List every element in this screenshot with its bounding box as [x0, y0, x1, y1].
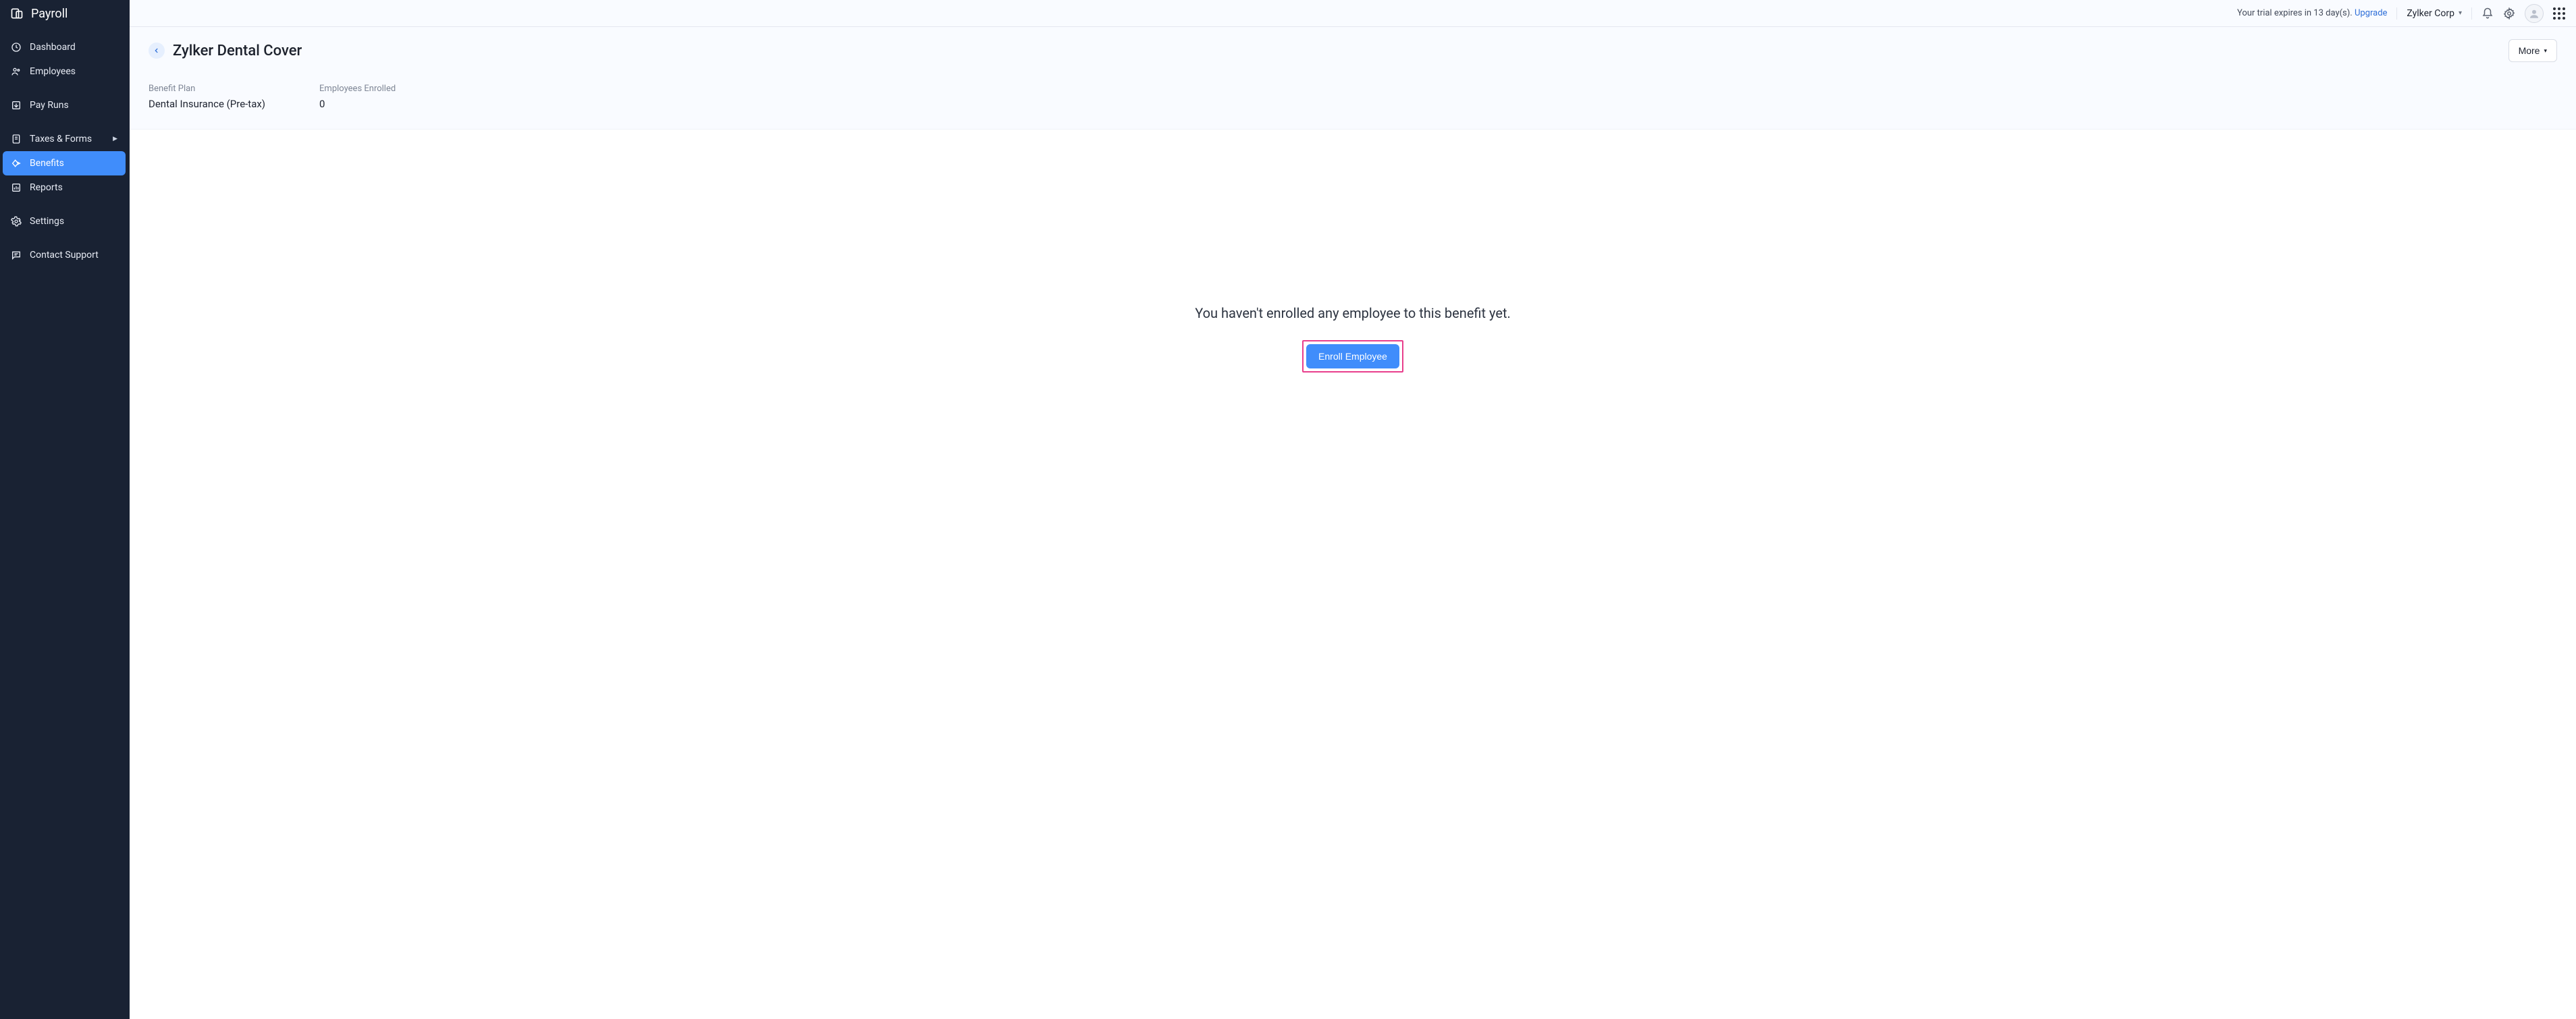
empty-state: You haven't enrolled any employee to thi…: [130, 130, 2576, 1019]
settings-icon: [11, 216, 22, 227]
divider: [2471, 7, 2472, 20]
sidebar-item-taxes[interactable]: Taxes & Forms ▶: [3, 127, 126, 151]
sidebar-item-label: Contact Support: [30, 250, 117, 260]
sidebar-item-benefits[interactable]: Benefits: [3, 151, 126, 175]
trial-text: Your trial expires in 13 day(s).: [2237, 8, 2355, 18]
trial-message: Your trial expires in 13 day(s). Upgrade: [2237, 8, 2387, 18]
notifications-icon[interactable]: [2481, 7, 2494, 20]
page-title: Zylker Dental Cover: [173, 43, 302, 59]
sidebar-item-label: Benefits: [30, 158, 117, 169]
summary-value: 0: [319, 98, 396, 110]
sidebar-item-label: Reports: [30, 182, 117, 193]
divider: [2396, 7, 2397, 20]
dashboard-icon: [11, 42, 22, 53]
gear-icon[interactable]: [2503, 7, 2515, 20]
employees-icon: [11, 66, 22, 77]
summary-value: Dental Insurance (Pre-tax): [149, 98, 265, 110]
sidebar-item-label: Pay Runs: [30, 100, 117, 111]
org-name: Zylker Corp: [2407, 8, 2454, 19]
org-switcher[interactable]: Zylker Corp ▾: [2407, 8, 2462, 19]
sidebar-item-label: Employees: [30, 66, 117, 77]
summary-benefit-plan: Benefit Plan Dental Insurance (Pre-tax): [149, 84, 265, 110]
header-top: Zylker Dental Cover More ▾: [149, 39, 2557, 62]
topbar: Your trial expires in 13 day(s). Upgrade…: [130, 0, 2576, 27]
app-title: Payroll: [31, 7, 68, 21]
summary-label: Employees Enrolled: [319, 84, 396, 94]
page-header: Zylker Dental Cover More ▾ Benefit Plan …: [130, 27, 2576, 130]
sidebar-item-reports[interactable]: Reports: [3, 175, 126, 200]
reports-icon: [11, 182, 22, 193]
sidebar-nav: Dashboard Employees Pay Runs Taxes & For…: [0, 27, 130, 267]
sidebar-item-dashboard[interactable]: Dashboard: [3, 35, 126, 59]
sidebar-item-label: Taxes & Forms: [30, 134, 105, 144]
more-button[interactable]: More ▾: [2508, 39, 2557, 62]
payruns-icon: [11, 100, 22, 111]
payroll-logo-icon: [9, 6, 24, 21]
sidebar-item-settings[interactable]: Settings: [3, 209, 126, 233]
more-label: More: [2519, 45, 2540, 56]
upgrade-link[interactable]: Upgrade: [2355, 8, 2387, 18]
benefits-icon: [11, 158, 22, 169]
highlight-frame: Enroll Employee: [1302, 340, 1403, 373]
sidebar-item-label: Dashboard: [30, 42, 117, 53]
sidebar-item-support[interactable]: Contact Support: [3, 243, 126, 267]
summary-label: Benefit Plan: [149, 84, 265, 94]
sidebar-item-label: Settings: [30, 216, 117, 227]
empty-message: You haven't enrolled any employee to thi…: [1195, 305, 1511, 321]
chevron-right-icon: ▶: [113, 136, 117, 142]
sidebar-header: Payroll: [0, 0, 130, 27]
enroll-employee-button[interactable]: Enroll Employee: [1306, 344, 1399, 368]
main-area: Your trial expires in 13 day(s). Upgrade…: [130, 0, 2576, 1019]
sidebar-item-payruns[interactable]: Pay Runs: [3, 93, 126, 117]
caret-down-icon: ▾: [2544, 47, 2547, 55]
chevron-down-icon: ▾: [2459, 9, 2462, 17]
title-wrap: Zylker Dental Cover: [149, 43, 302, 59]
sidebar-item-employees[interactable]: Employees: [3, 59, 126, 84]
apps-launcher-icon[interactable]: [2553, 7, 2565, 20]
support-icon: [11, 250, 22, 260]
avatar[interactable]: [2525, 4, 2544, 23]
summary-row: Benefit Plan Dental Insurance (Pre-tax) …: [149, 84, 2557, 110]
summary-employees-enrolled: Employees Enrolled 0: [319, 84, 396, 110]
back-button[interactable]: [149, 43, 165, 59]
sidebar: Payroll Dashboard Employees Pay Runs: [0, 0, 130, 1019]
taxes-icon: [11, 134, 22, 144]
